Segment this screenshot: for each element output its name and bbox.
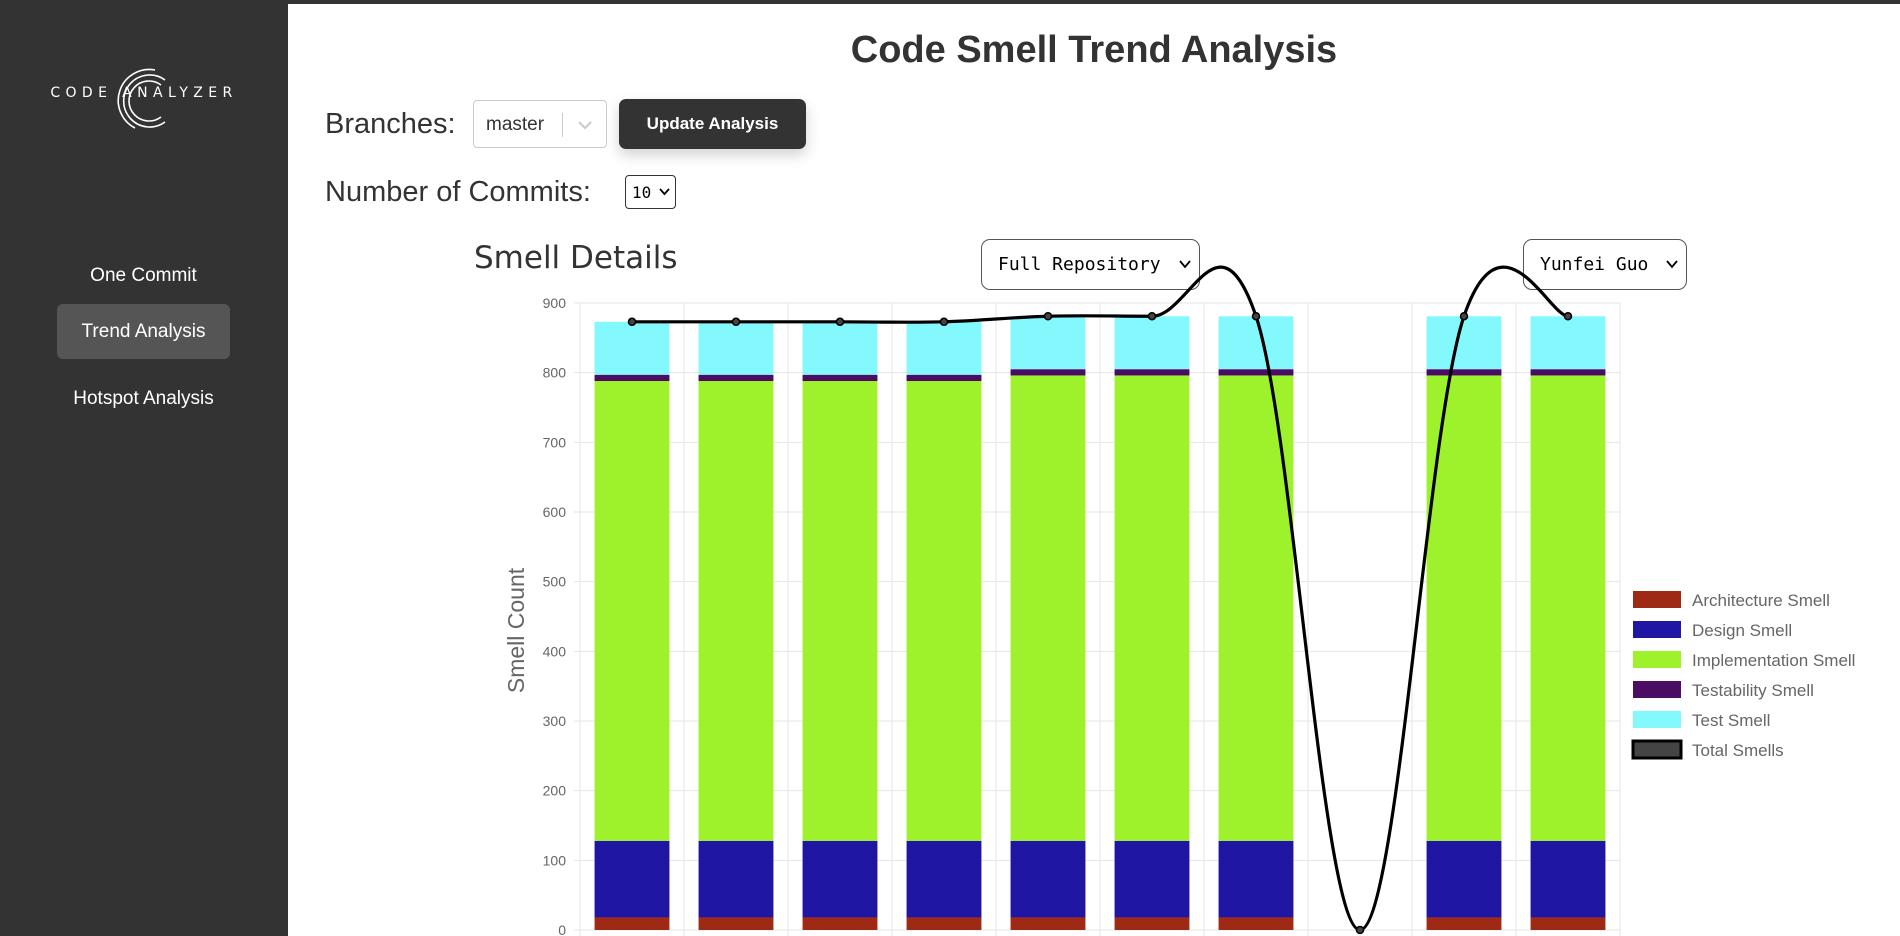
bar-segment-design-smell [1426,840,1502,918]
bar-segment-test-smell [802,321,878,375]
bar-segment-testability-smell [594,374,670,382]
bar-segment-test-smell [698,321,774,375]
total-smells-point [627,317,637,327]
bar-segment-design-smell [1530,840,1606,918]
sidebar: CODE ANALYZER One Commit Trend Analysis … [0,4,288,936]
total-smells-point [1147,311,1157,321]
nav-label: Hotspot Analysis [73,387,214,409]
bar-segment-test-smell [1114,316,1190,370]
legend-swatch [1633,651,1681,668]
bar-segment-implementation-smell [802,381,878,841]
bar-segment-architecture-smell [1218,917,1294,930]
bar-segment-architecture-smell [1530,917,1606,930]
bar-segment-design-smell [698,840,774,918]
bar-segment-testability-smell [1010,369,1086,376]
bar-segment-testability-smell [802,374,878,382]
bar-segment-architecture-smell [906,917,982,930]
code-analyzer-logo-icon [0,66,288,141]
nav-hotspot-analysis[interactable]: Hotspot Analysis [57,371,230,426]
y-tick-label: 600 [543,504,567,520]
bar-segment-test-smell [594,321,670,375]
bar-segment-design-smell [594,840,670,918]
nav-trend-analysis[interactable]: Trend Analysis [57,304,230,359]
bar-segment-testability-smell [1114,369,1190,376]
y-tick-label: 400 [543,643,567,659]
bar-segment-design-smell [802,840,878,918]
total-smells-point [731,317,741,327]
bar-segment-architecture-smell [1010,917,1086,930]
bar-segment-implementation-smell [1530,375,1606,841]
total-smells-point [1251,311,1261,321]
bar-segment-implementation-smell [698,381,774,841]
nav-one-commit[interactable]: One Commit [57,248,230,303]
bar-segment-test-smell [1426,316,1502,370]
legend-label: Implementation Smell [1692,651,1855,670]
bar-segment-design-smell [906,840,982,918]
y-tick-label: 500 [543,574,567,590]
legend-swatch [1633,681,1681,698]
legend-label: Design Smell [1692,621,1792,640]
bar-segment-implementation-smell [1010,375,1086,841]
bar-segment-implementation-smell [594,381,670,841]
bar-segment-testability-smell [1218,369,1294,376]
bar-segment-architecture-smell [1426,917,1502,930]
bar-segment-test-smell [1010,316,1086,370]
legend-label: Testability Smell [1692,681,1814,700]
legend-swatch [1633,711,1681,728]
legend-label: Architecture Smell [1692,591,1830,610]
bar-segment-implementation-smell [906,381,982,841]
y-axis-label: Smell Count [503,567,529,693]
legend-label: Total Smells [1692,741,1784,760]
logo-text: CODE ANALYZER [50,85,238,101]
y-tick-label: 800 [543,365,567,381]
bar-segment-design-smell [1218,840,1294,918]
nav-label: Trend Analysis [81,320,206,342]
bar-segment-design-smell [1114,840,1190,918]
bar-segment-test-smell [1218,316,1294,370]
bar-segment-architecture-smell [698,917,774,930]
y-tick-label: 300 [543,713,567,729]
bar-segment-testability-smell [698,374,774,382]
bar-segment-test-smell [1530,316,1606,370]
total-smells-point [1459,311,1469,321]
legend-swatch [1633,621,1681,638]
bar-segment-architecture-smell [594,917,670,930]
bar-segment-testability-smell [1530,369,1606,376]
total-smells-point [835,317,845,327]
y-tick-label: 700 [543,434,567,450]
main-content: Code Smell Trend Analysis Branches: mast… [288,4,1900,936]
legend-swatch [1633,591,1681,608]
y-tick-label: 0 [558,922,566,936]
legend-label: Test Smell [1692,711,1770,730]
bar-segment-architecture-smell [802,917,878,930]
bar-segment-testability-smell [906,374,982,382]
bar-segment-testability-smell [1426,369,1502,376]
y-tick-label: 200 [543,783,567,799]
y-tick-label: 900 [543,295,567,311]
nav-label: One Commit [90,264,197,286]
total-smells-point [939,317,949,327]
total-smells-point [1563,311,1573,321]
y-tick-label: 100 [543,852,567,868]
total-smells-point [1043,311,1053,321]
bar-segment-test-smell [906,321,982,375]
smell-trend-chart: 0 100 200 300 400 500 600 700 800 900 Smell Count A… [503,265,1855,936]
bar-segment-implementation-smell [1114,375,1190,841]
legend-swatch [1631,739,1683,760]
bar-segment-design-smell [1010,840,1086,918]
bar-segment-architecture-smell [1114,917,1190,930]
total-smells-point [1355,925,1365,935]
